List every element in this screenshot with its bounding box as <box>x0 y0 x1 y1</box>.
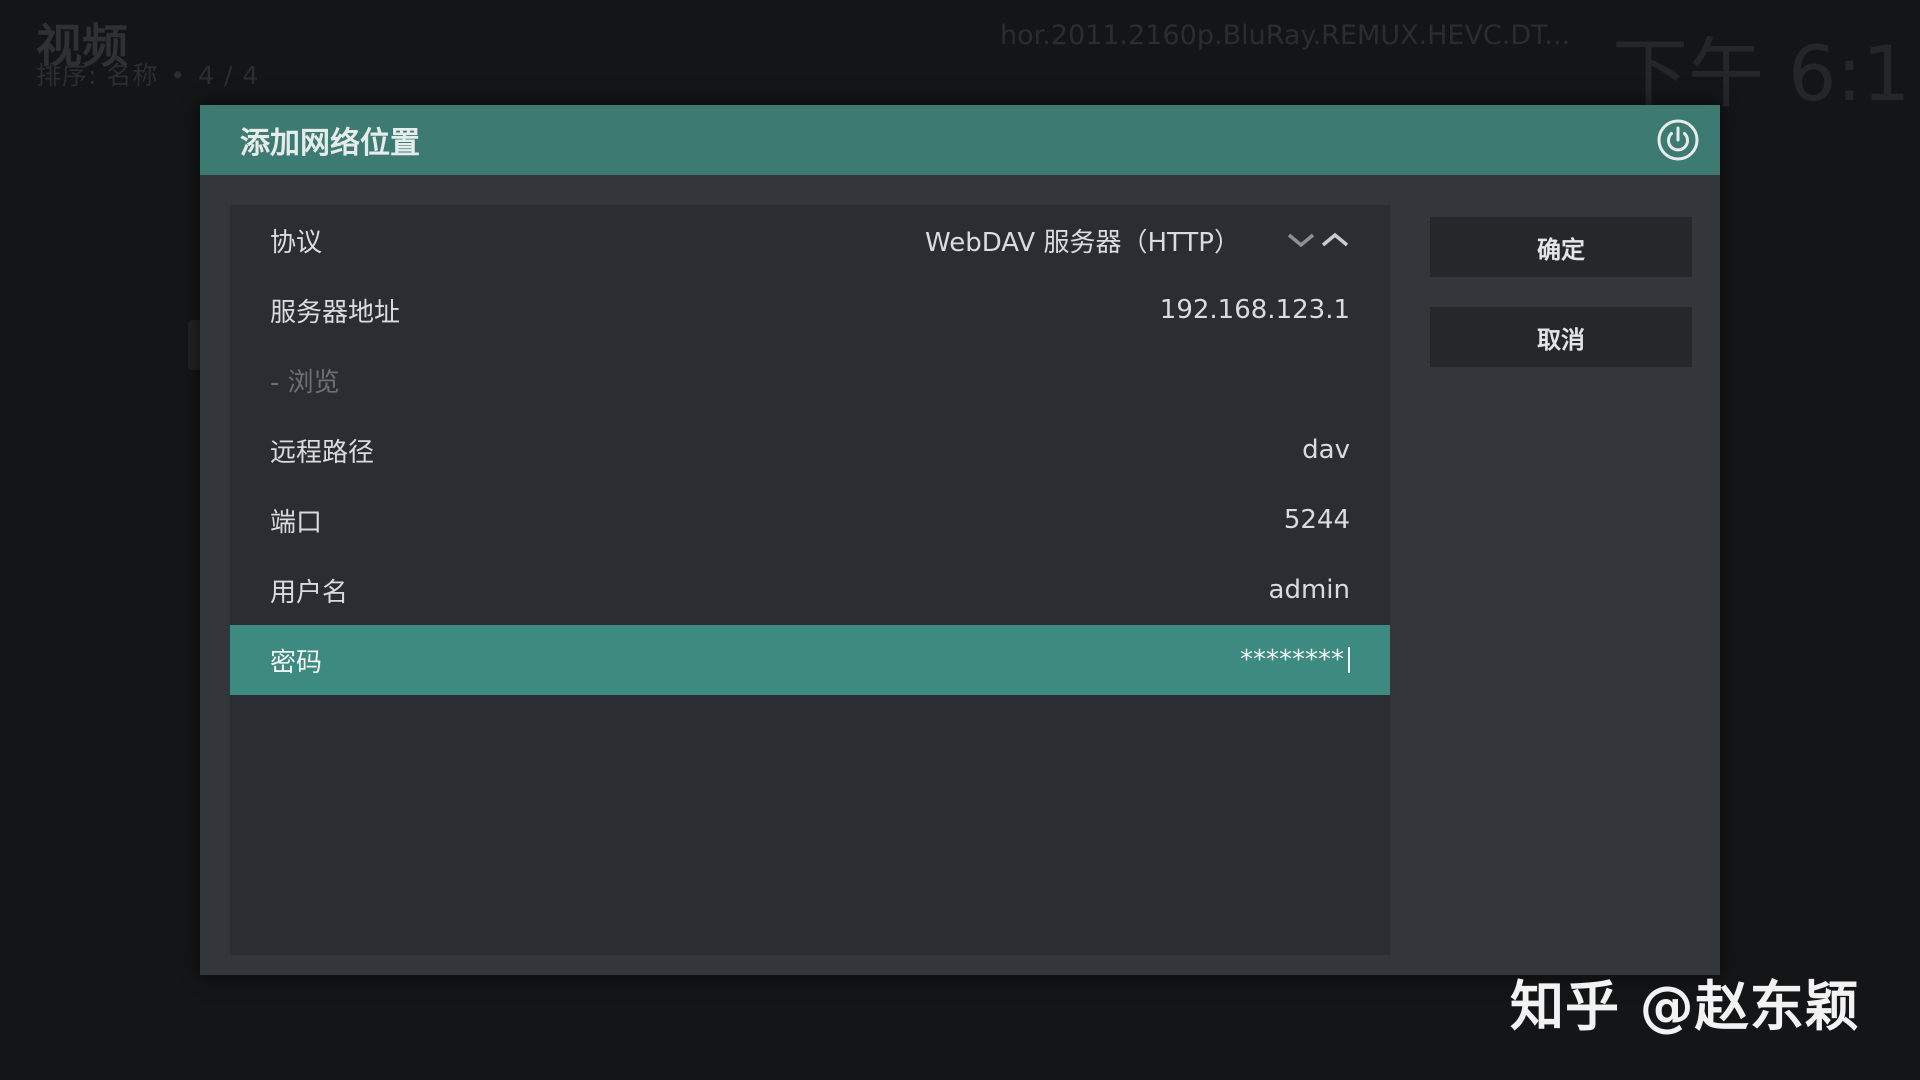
row-port[interactable]: 端口 5244 <box>230 485 1390 555</box>
username-label: 用户名 <box>270 577 349 608</box>
sort-label: 排序: 名称 <box>36 61 159 90</box>
protocol-value-wrap: WebDAV 服务器（HTTP） <box>925 222 1350 259</box>
dialog-actions: 确定 取消 <box>1430 217 1692 397</box>
row-protocol[interactable]: 协议 WebDAV 服务器（HTTP） <box>230 205 1390 275</box>
row-browse: - 浏览 <box>230 345 1390 415</box>
row-password[interactable]: 密码 ******** <box>230 625 1390 695</box>
dialog-header: 添加网络位置 <box>200 105 1720 175</box>
screen: 视频 排序: 名称 • 4 / 4 hor.2011.2160p.BluRay.RE… <box>0 0 1920 1080</box>
port-label: 端口 <box>270 507 323 538</box>
row-server-address[interactable]: 服务器地址 192.168.123.1 <box>230 275 1390 345</box>
watermark: 知乎 @赵东颖 <box>1510 975 1860 1038</box>
close-button[interactable] <box>1654 116 1702 164</box>
server-address-value: 192.168.123.1 <box>1159 295 1350 325</box>
password-field[interactable]: ******** <box>1240 645 1344 675</box>
settings-list: 协议 WebDAV 服务器（HTTP） 服务器地址 192.168.123.1 … <box>230 205 1390 955</box>
cancel-button[interactable]: 取消 <box>1430 307 1692 367</box>
now-playing-filename: hor.2011.2160p.BluRay.REMUX.HEVC.DT... <box>1000 20 1571 51</box>
server-address-label: 服务器地址 <box>270 297 401 328</box>
item-position: 4 / 4 <box>198 61 260 90</box>
chevron-down-icon[interactable] <box>1286 230 1316 250</box>
separator-dot: • <box>170 61 187 90</box>
password-value-wrap: ******** <box>1240 645 1350 675</box>
port-value: 5244 <box>1283 505 1350 535</box>
sort-info: 排序: 名称 • 4 / 4 <box>36 56 259 92</box>
remote-path-value: dav <box>1302 435 1350 465</box>
row-username[interactable]: 用户名 admin <box>230 555 1390 625</box>
protocol-spinner <box>1286 230 1350 250</box>
power-icon <box>1657 119 1699 161</box>
protocol-label: 协议 <box>270 227 323 258</box>
text-cursor <box>1348 647 1350 673</box>
password-label: 密码 <box>270 647 323 678</box>
chevron-up-icon[interactable] <box>1320 230 1350 250</box>
browse-label: - 浏览 <box>270 367 340 398</box>
add-network-location-dialog: 添加网络位置 协议 WebDAV 服务器（HTTP） 服务器地址 192.168… <box>200 105 1720 975</box>
protocol-value: WebDAV 服务器（HTTP） <box>925 227 1240 258</box>
row-remote-path[interactable]: 远程路径 dav <box>230 415 1390 485</box>
remote-path-label: 远程路径 <box>270 437 375 468</box>
ok-button[interactable]: 确定 <box>1430 217 1692 277</box>
dialog-title: 添加网络位置 <box>240 126 420 161</box>
username-value: admin <box>1268 575 1350 605</box>
